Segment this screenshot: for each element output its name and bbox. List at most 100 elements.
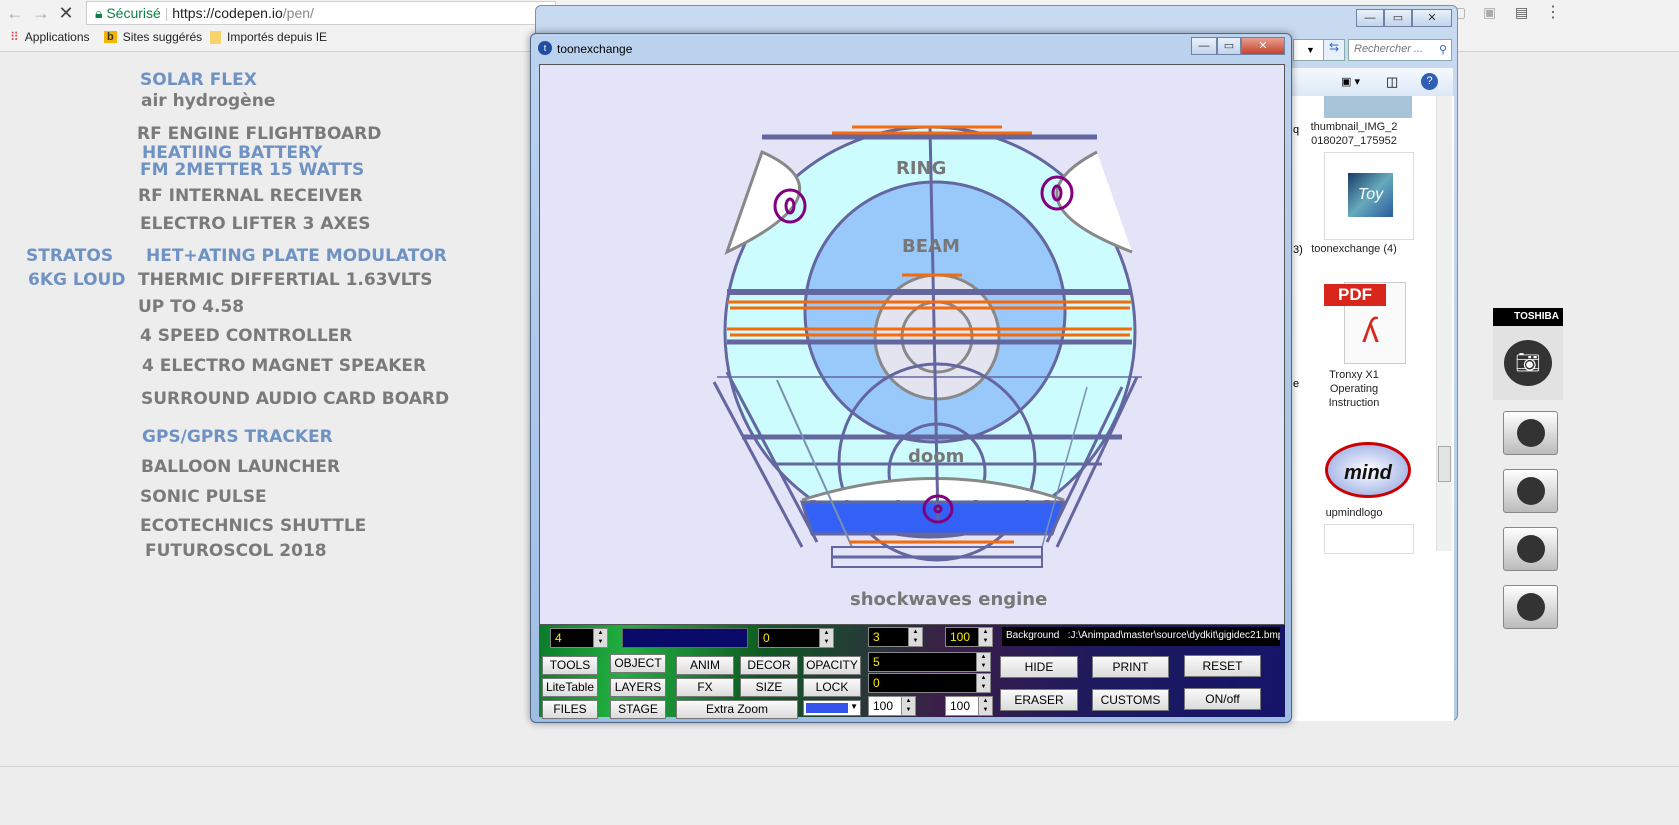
tools-button[interactable]: TOOLS bbox=[542, 656, 598, 675]
camera-icon bbox=[1517, 477, 1545, 505]
pdf-extension-icon[interactable]: ▣ bbox=[1483, 4, 1496, 21]
maximize-button[interactable]: ▭ bbox=[1217, 37, 1241, 55]
scrollbar[interactable] bbox=[1436, 96, 1452, 551]
stop-loading-button[interactable]: ✕ bbox=[55, 3, 77, 24]
pdf-file-icon[interactable]: PDF ʎ bbox=[1324, 282, 1409, 364]
toshiba-button-1[interactable] bbox=[1503, 411, 1558, 455]
file-name[interactable]: thumbnail_IMG_2 0180207_175952 bbox=[1308, 120, 1400, 148]
forward-button[interactable]: → bbox=[30, 3, 52, 24]
spin-arrows[interactable]: ▲ ▼ bbox=[978, 697, 992, 715]
file-list: thumbnail_IMG_2 0180207_175952 Toy toone… bbox=[1291, 96, 1454, 721]
on-off-button[interactable]: ON/off bbox=[1184, 688, 1261, 710]
camera-icon: 📷︎ bbox=[1504, 340, 1552, 386]
toshiba-button-2[interactable] bbox=[1503, 469, 1558, 513]
spin-box-frame[interactable]: 0 ▲ ▼ bbox=[758, 628, 834, 648]
toshiba-button-3[interactable] bbox=[1503, 527, 1558, 571]
customs-button[interactable]: CUSTOMS bbox=[1092, 689, 1169, 711]
spin-arrows[interactable]: ▲ ▼ bbox=[901, 697, 915, 715]
toshiba-button-4[interactable] bbox=[1503, 585, 1558, 629]
camera-settings-icon bbox=[1517, 535, 1545, 563]
spin-arrows[interactable]: ▲ ▼ bbox=[819, 629, 833, 647]
value-field-1[interactable]: 5 ▲ ▼ bbox=[868, 652, 991, 672]
list-item: SONIC PULSE bbox=[140, 487, 267, 507]
apps-grid-icon: ⠿ bbox=[10, 30, 19, 44]
files-button[interactable]: FILES bbox=[542, 700, 598, 719]
search-input[interactable]: Rechercher ... ⚲ bbox=[1348, 39, 1452, 61]
fx-button[interactable]: FX bbox=[676, 678, 734, 697]
file-name[interactable]: Tronxy X1 Operating Instruction bbox=[1308, 368, 1400, 410]
view-icon[interactable]: ▣ ▾ bbox=[1341, 75, 1360, 88]
minimize-button[interactable]: — bbox=[1356, 9, 1384, 27]
file-thumbnail[interactable] bbox=[1324, 524, 1414, 554]
acrobat-icon: ʎ bbox=[1362, 312, 1379, 350]
drawing-caption: shockwaves engine bbox=[850, 589, 1048, 610]
back-button[interactable]: ← bbox=[4, 3, 26, 24]
reset-button[interactable]: RESET bbox=[1184, 655, 1261, 677]
size-button[interactable]: SIZE bbox=[740, 678, 798, 697]
preview-pane-icon[interactable]: ◫ bbox=[1386, 74, 1398, 90]
spin-arrows[interactable]: ▲ ▼ bbox=[593, 629, 607, 647]
color-select[interactable]: ▼ bbox=[803, 700, 861, 716]
drawing-canvas[interactable]: RING BEAM doom shockwaves engine bbox=[539, 64, 1285, 625]
spin-arrows[interactable]: ▲ ▼ bbox=[978, 628, 992, 646]
bookmark-imported[interactable]: Importés depuis IE bbox=[210, 30, 327, 44]
file-name[interactable]: toonexchange (4) bbox=[1308, 242, 1400, 256]
list-item: HET+ATING PLATE MODULATOR bbox=[146, 246, 447, 266]
decor-button[interactable]: DECOR bbox=[740, 656, 798, 675]
file-name[interactable]: upmindlogo bbox=[1308, 506, 1400, 520]
address-bar[interactable]: 🔒︎ Sécurisé | https://codepen.io/pen/ bbox=[86, 1, 556, 25]
eraser-button[interactable]: ERASER bbox=[1000, 689, 1078, 711]
list-item: air hydrogène bbox=[141, 91, 276, 111]
help-icon[interactable]: ? bbox=[1421, 73, 1438, 90]
refresh-icon[interactable]: ⇆ bbox=[1323, 39, 1345, 61]
object-button[interactable]: OBJECT bbox=[610, 654, 666, 673]
minimize-button[interactable]: — bbox=[1191, 37, 1217, 55]
value-field-2[interactable]: 0 ▲ ▼ bbox=[868, 673, 991, 693]
layers-button[interactable]: LAYERS bbox=[610, 678, 666, 697]
extension-icon-2[interactable]: ▤ bbox=[1515, 4, 1528, 21]
upmind-logo-thumbnail[interactable]: mind bbox=[1324, 439, 1414, 501]
print-button[interactable]: PRINT bbox=[1092, 656, 1169, 678]
opacity-button[interactable]: OPACITY bbox=[803, 656, 861, 675]
spin-arrows[interactable]: ▲ ▼ bbox=[976, 653, 990, 671]
spin-box-zoom-2[interactable]: 100 ▲ ▼ bbox=[945, 696, 993, 716]
spin-box-layer[interactable]: 4 ▲ ▼ bbox=[550, 628, 608, 648]
list-item: 4 SPEED CONTROLLER bbox=[140, 326, 353, 346]
name-field[interactable] bbox=[622, 628, 748, 648]
list-item: UP TO 4.58 bbox=[138, 297, 245, 317]
spin-box-3[interactable]: 3 ▲ ▼ bbox=[868, 627, 923, 647]
spin-arrows[interactable]: ▲ ▼ bbox=[908, 628, 922, 646]
spin-box-zoom-1[interactable]: 100 ▲ ▼ bbox=[868, 696, 916, 716]
lock-button[interactable]: LOCK bbox=[803, 678, 861, 697]
url-path: /pen/ bbox=[282, 5, 314, 21]
extra-zoom-button[interactable]: Extra Zoom bbox=[676, 700, 798, 719]
litetable-button[interactable]: LiteTable bbox=[542, 678, 598, 697]
explorer-toolbar: ▣ ▾ ◫ ? bbox=[1291, 68, 1453, 96]
bing-icon: b bbox=[104, 31, 117, 43]
close-button[interactable]: ✕ bbox=[1412, 9, 1452, 27]
label-ring: RING bbox=[896, 158, 947, 179]
file-thumbnail[interactable]: Toy bbox=[1324, 152, 1414, 240]
spin-box-100[interactable]: 100 ▲ ▼ bbox=[945, 627, 993, 647]
list-item: FUTUROSCOL 2018 bbox=[145, 541, 327, 561]
menu-dots-icon[interactable]: ⋮ bbox=[1545, 2, 1561, 22]
webcam-icon bbox=[1517, 419, 1545, 447]
maximize-button[interactable]: ▭ bbox=[1384, 9, 1412, 27]
list-item: ELECTRO LIFTER 3 AXES bbox=[140, 214, 371, 234]
hide-button[interactable]: HIDE bbox=[1000, 656, 1078, 678]
label-doom: doom bbox=[908, 446, 965, 467]
close-button[interactable]: ✕ bbox=[1241, 37, 1285, 55]
engine-drawing bbox=[712, 125, 1142, 568]
list-item: STRATOS bbox=[26, 246, 114, 266]
scrollbar-thumb[interactable] bbox=[1438, 446, 1451, 482]
blue-plate bbox=[799, 500, 1067, 536]
background-path: Background :J:\Animpad\master\source\dyd… bbox=[1002, 627, 1280, 646]
toshiba-camera-main[interactable]: 📷︎ bbox=[1493, 326, 1563, 400]
file-thumbnail[interactable] bbox=[1324, 96, 1412, 118]
spin-arrows[interactable]: ▲ ▼ bbox=[976, 674, 990, 692]
stage-button[interactable]: STAGE bbox=[610, 700, 666, 719]
bookmark-applications[interactable]: ⠿ Applications bbox=[10, 30, 90, 44]
anim-button[interactable]: ANIM bbox=[676, 656, 734, 675]
list-item: 4 ELECTRO MAGNET SPEAKER bbox=[142, 356, 427, 376]
bookmark-suggested[interactable]: b Sites suggérés bbox=[104, 30, 202, 44]
